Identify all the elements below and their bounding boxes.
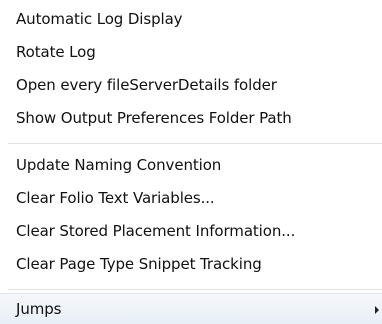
menu-item-label: Rotate Log	[16, 43, 96, 61]
menu-separator	[8, 289, 382, 290]
menu-item-label: Jumps	[16, 300, 62, 318]
menu-separator	[8, 143, 382, 144]
menu-item-clear-page-type-snippet[interactable]: Clear Page Type Snippet Tracking	[0, 248, 382, 280]
menu-item-label: Clear Page Type Snippet Tracking	[16, 255, 262, 273]
menu-item-label: Show Output Preferences Folder Path	[16, 109, 292, 127]
menu-item-rotate-log[interactable]: Rotate Log	[0, 36, 382, 68]
context-menu: Automatic Log Display Rotate Log Open ev…	[0, 0, 382, 324]
chevron-right-icon	[375, 306, 379, 314]
menu-item-open-fileserverdetails[interactable]: Open every fileServerDetails folder	[0, 69, 382, 101]
menu-item-automatic-log-display[interactable]: Automatic Log Display	[0, 3, 382, 35]
menu-item-clear-stored-placement[interactable]: Clear Stored Placement Information...	[0, 215, 382, 247]
menu-item-label: Open every fileServerDetails folder	[16, 76, 277, 94]
menu-item-label: Update Naming Convention	[16, 156, 222, 174]
menu-item-jumps[interactable]: Jumps	[0, 293, 382, 324]
menu-item-show-output-preferences[interactable]: Show Output Preferences Folder Path	[0, 102, 382, 134]
menu-item-clear-folio-text-variables[interactable]: Clear Folio Text Variables...	[0, 182, 382, 214]
menu-item-label: Automatic Log Display	[16, 10, 183, 28]
menu-item-label: Clear Stored Placement Information...	[16, 222, 296, 240]
menu-item-label: Clear Folio Text Variables...	[16, 189, 215, 207]
menu-item-update-naming-convention[interactable]: Update Naming Convention	[0, 149, 382, 181]
